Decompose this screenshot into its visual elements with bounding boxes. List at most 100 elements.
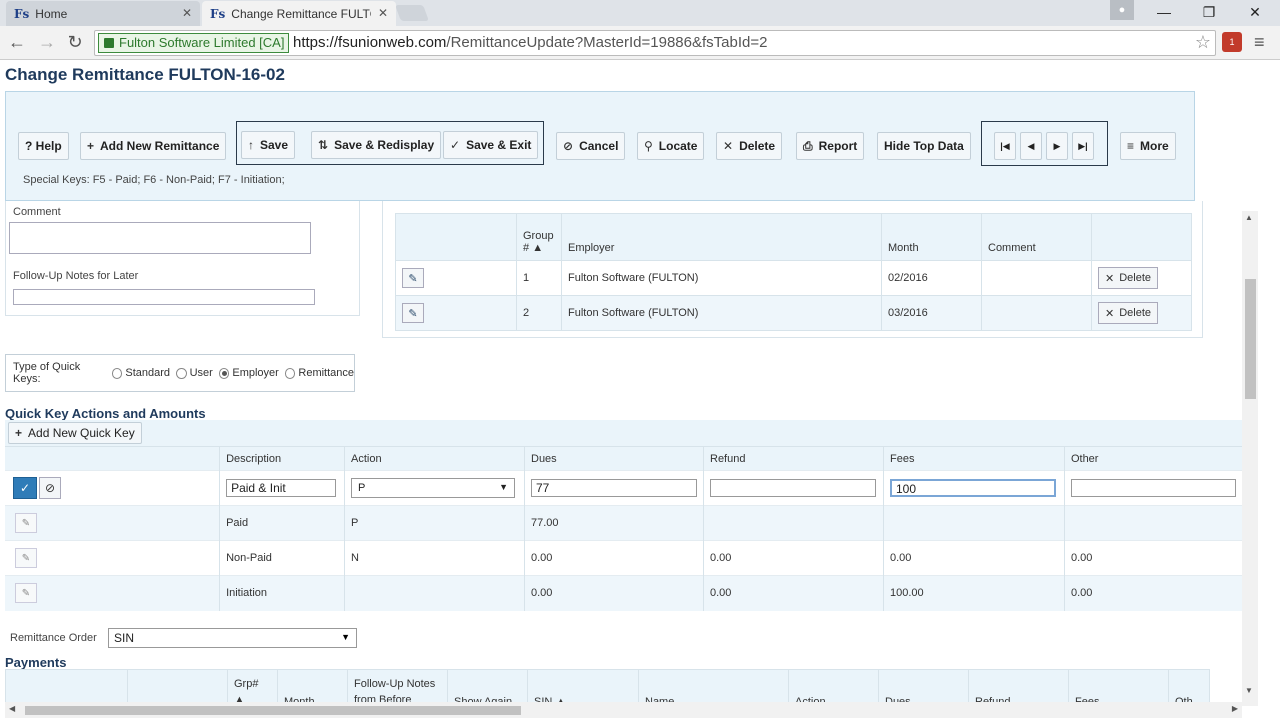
save-button[interactable]: ↑ Save (241, 131, 296, 159)
cancel-button[interactable]: ⊘ Cancel (556, 132, 626, 160)
refund-input[interactable] (710, 479, 876, 497)
radio-remittance[interactable] (284, 367, 296, 379)
close-tab-icon[interactable]: ✕ (182, 6, 192, 20)
edit-pencil-icon[interactable]: ✎ (15, 548, 37, 568)
delete-row-button[interactable]: ✕ Delete (1098, 302, 1159, 324)
followup-textarea[interactable] (13, 289, 315, 305)
user-profile-icon[interactable]: ● (1110, 0, 1134, 20)
browser-tab-change-remittance[interactable]: Fs Change Remittance FULTC ✕ (202, 1, 396, 26)
tab-title: Change Remittance FULTC (231, 6, 372, 21)
favicon-icon: Fs (210, 6, 226, 21)
table-row: ✎ Paid P 77.00 (5, 505, 1242, 541)
close-window-icon[interactable]: ✕ (1233, 0, 1277, 24)
restore-icon[interactable]: ❐ (1187, 0, 1231, 24)
last-record-icon[interactable]: ▶| (1072, 132, 1094, 160)
close-tab-icon[interactable]: ✕ (378, 6, 388, 20)
favicon-icon: Fs (14, 6, 30, 21)
horizontal-scrollbar[interactable]: ◀ ▶ (5, 702, 1242, 718)
bookmark-star-icon[interactable]: ☆ (1195, 32, 1211, 53)
description-input[interactable]: Paid & Init (226, 479, 337, 497)
x-icon: ✕ (1105, 272, 1115, 285)
chevron-down-icon: ▼ (499, 482, 509, 492)
help-button[interactable]: ? Help (18, 132, 69, 160)
reload-icon[interactable]: ↻ (64, 32, 86, 54)
description-header: Description (219, 446, 345, 471)
notes-panel: Comment Follow-Up Notes for Later (5, 201, 360, 316)
new-tab-button[interactable] (395, 5, 429, 21)
edit-pencil-icon[interactable]: ✎ (15, 513, 37, 533)
employers-table: Group # ▲ Employer Month Comment ✎ 1 Fult… (395, 213, 1192, 331)
add-new-remittance-button[interactable]: + Add New Remittance (80, 132, 227, 160)
locate-button[interactable]: ⚲ Locate (637, 132, 705, 160)
cancel-icon: ⊘ (563, 139, 574, 153)
dues-header: Dues (524, 446, 704, 471)
radio-standard[interactable] (111, 367, 123, 379)
previous-record-icon[interactable]: ◀ (1020, 132, 1042, 160)
vertical-scroll-thumb[interactable] (1245, 279, 1256, 399)
delete-button[interactable]: ✕ Delete (716, 132, 783, 160)
quick-keys-type-label: Type of Quick Keys: (13, 361, 81, 385)
extension-icon[interactable]: 1 (1222, 32, 1242, 52)
back-icon[interactable]: ← (6, 32, 28, 54)
refund-header: Refund (703, 446, 884, 471)
browser-tab-home[interactable]: Fs Home ✕ (6, 1, 200, 26)
scroll-left-icon[interactable]: ◀ (9, 704, 15, 713)
radio-user[interactable] (176, 367, 187, 379)
edit-pencil-icon[interactable]: ✎ (402, 268, 424, 288)
search-icon: ⚲ (644, 139, 653, 153)
followup-label: Follow-Up Notes for Later (13, 270, 139, 282)
plus-icon: + (15, 426, 23, 440)
checkmark-icon: ✓ (450, 138, 461, 152)
remittance-order-label: Remittance Order (10, 632, 97, 644)
browser-menu-icon[interactable]: ≡ (1254, 32, 1270, 52)
comment-textarea[interactable] (9, 222, 311, 254)
action-select[interactable]: P ▼ (351, 478, 516, 498)
remittance-order-select[interactable]: SIN ▼ (108, 628, 357, 648)
more-button[interactable]: ≡ More (1120, 132, 1176, 160)
scroll-right-icon[interactable]: ▶ (1232, 704, 1238, 713)
report-button[interactable]: ⎙ Report (796, 132, 865, 160)
action-header: Action (344, 446, 525, 471)
minimize-icon[interactable]: — (1142, 0, 1186, 24)
scroll-up-icon[interactable]: ▲ (1245, 213, 1253, 222)
month-header[interactable]: Month (881, 213, 982, 261)
fees-input[interactable]: 100 (889, 479, 1056, 497)
lock-icon (104, 38, 114, 48)
sort-asc-icon: ▲ (532, 242, 544, 254)
delete-row-button[interactable]: ✕ Delete (1098, 267, 1159, 289)
hide-top-data-button[interactable]: Hide Top Data (877, 132, 971, 160)
tab-title: Home (35, 6, 68, 21)
special-keys-note: Special Keys: F5 - Paid; F6 - Non-Paid; … (23, 174, 285, 186)
save-exit-button[interactable]: ✓ Save & Exit (443, 131, 539, 159)
other-input[interactable] (1070, 479, 1236, 497)
plus-icon: + (87, 139, 95, 153)
dues-input[interactable]: 77 (531, 479, 697, 497)
comment-header[interactable]: Comment (981, 213, 1092, 261)
forward-icon[interactable]: → (36, 32, 58, 54)
first-record-icon[interactable]: |◀ (994, 132, 1016, 160)
radio-employer[interactable] (218, 367, 230, 379)
employer-header[interactable]: Employer (561, 213, 882, 261)
address-bar: ← → ↻ Fulton Software Limited [CA] https… (0, 26, 1280, 60)
printer-icon: ⎙ (803, 138, 813, 153)
save-redisplay-button[interactable]: ⇅ Save & Redisplay (311, 131, 442, 159)
quick-key-edit-row: ✓ ⊘ Paid & Init P ▼ 77 100 (5, 470, 1242, 506)
chevron-down-icon: ▼ (341, 632, 350, 642)
cancel-icon[interactable]: ⊘ (39, 477, 61, 499)
quick-key-actions-title: Quick Key Actions and Amounts (5, 406, 206, 421)
edit-pencil-icon[interactable]: ✎ (402, 303, 424, 323)
horizontal-scroll-thumb[interactable] (25, 706, 521, 715)
next-record-icon[interactable]: ▶ (1046, 132, 1068, 160)
add-new-quick-key-button[interactable]: + Add New Quick Key (8, 422, 142, 444)
table-row: ✎ 2 Fulton Software (FULTON) 03/2016 ✕ De… (395, 295, 1192, 331)
table-row: ✎ 1 Fulton Software (FULTON) 02/2016 ✕ De… (395, 260, 1192, 296)
url-input[interactable]: Fulton Software Limited [CA] https://fsu… (94, 30, 1216, 56)
edit-pencil-icon[interactable]: ✎ (15, 583, 37, 604)
confirm-check-icon[interactable]: ✓ (13, 477, 37, 499)
up-down-arrows-icon: ⇅ (318, 138, 329, 152)
quick-keys-table: Description Action Dues Refund Fees Othe… (5, 446, 1242, 611)
scroll-down-icon[interactable]: ▼ (1245, 686, 1253, 695)
group-header[interactable]: Group # ▲ (516, 213, 562, 261)
page-content: Change Remittance FULTON-16-02 ? Help + A… (0, 61, 1280, 720)
ssl-badge[interactable]: Fulton Software Limited [CA] (98, 33, 290, 53)
